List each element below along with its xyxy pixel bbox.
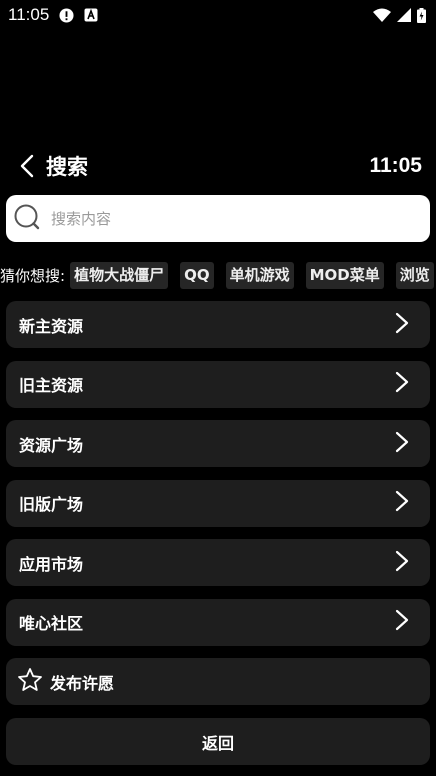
suggestion-chip[interactable]: 植物大战僵尸 [70, 262, 169, 289]
search-icon [14, 204, 49, 234]
publish-wish-label: 发布许愿 [50, 673, 115, 693]
menu-item-label: 唯心社区 [19, 614, 84, 633]
header-bar: 搜索 11:05 [0, 146, 436, 186]
back-button-label: 返回 [201, 733, 234, 753]
chevron-right-icon [394, 371, 410, 397]
a-badge-icon [84, 8, 98, 22]
menu-item-label: 应用市场 [19, 554, 84, 574]
star-icon [17, 667, 50, 697]
back-button[interactable]: 返回 [6, 718, 430, 765]
status-bar-right [373, 7, 426, 23]
wifi-icon [373, 8, 391, 22]
menu-item-label: 旧主资源 [19, 376, 84, 395]
chevron-right-icon [394, 490, 410, 516]
menu-item-old-main-resource[interactable]: 旧主资源 [6, 360, 430, 408]
suggestion-chip[interactable]: MOD菜单 [305, 262, 384, 289]
menu-item-old-square[interactable]: 旧版广场 [6, 479, 430, 527]
chevron-left-icon[interactable] [16, 152, 38, 180]
status-time: 11:05 [8, 5, 50, 24]
search-bar[interactable] [6, 195, 430, 242]
chevron-right-icon [394, 431, 410, 457]
chevron-right-icon [394, 312, 410, 338]
menu-item-label: 旧版广场 [19, 495, 84, 514]
suggestion-chip[interactable]: QQ [180, 262, 214, 289]
signal-icon [397, 8, 411, 22]
page-title: 搜索 [46, 155, 88, 179]
chevron-right-icon [394, 550, 410, 576]
publish-wish-button[interactable]: 发布许愿 [6, 658, 430, 705]
search-input[interactable] [49, 208, 393, 229]
status-bar-left: 11:05 [8, 5, 98, 25]
menu-item-resource-square[interactable]: 资源广场 [6, 420, 430, 467]
menu-item-app-market[interactable]: 应用市场 [6, 539, 430, 586]
suggestion-chip[interactable]: 单机游戏 [225, 262, 294, 289]
resource-menu: 新主资源 旧主资源 资源广场 旧版广场 应用市场 唯心社区 [6, 301, 430, 658]
menu-item-label: 资源广场 [19, 435, 84, 455]
chevron-right-icon [394, 609, 410, 635]
menu-item-community[interactable]: 唯心社区 [6, 598, 430, 646]
menu-item-label: 新主资源 [19, 316, 84, 336]
search-suggestions: 猜你想搜: 植物大战僵尸 QQ 单机游戏 MOD菜单 浏览 [0, 262, 436, 289]
alert-icon [59, 7, 74, 23]
menu-item-new-main-resource[interactable]: 新主资源 [6, 301, 430, 348]
suggestions-label: 猜你想搜: [0, 267, 66, 285]
header-clock: 11:05 [369, 154, 422, 177]
status-bar: 11:05 [0, 0, 436, 30]
suggestion-chip[interactable]: 浏览 [395, 262, 434, 289]
battery-icon [417, 7, 426, 23]
header-left: 搜索 [16, 151, 88, 181]
